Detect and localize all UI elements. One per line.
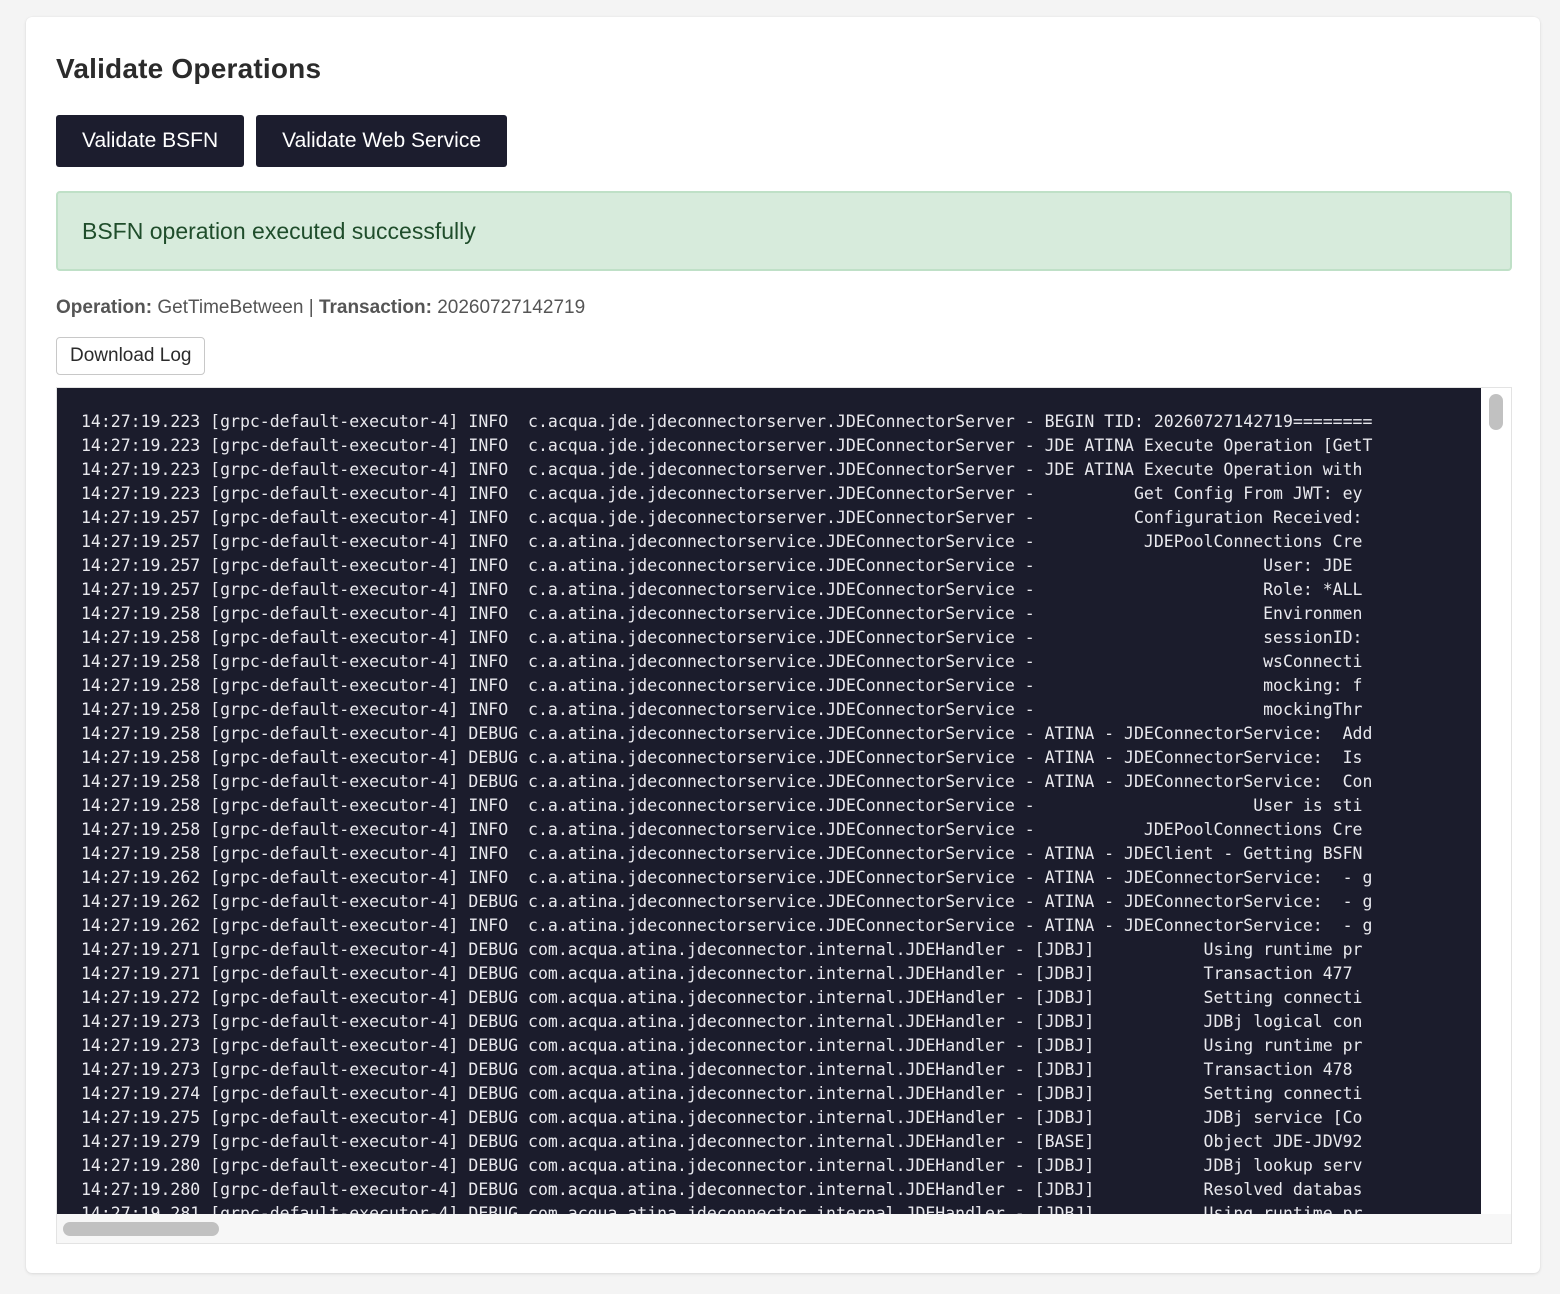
transaction-label: Transaction: bbox=[318, 297, 432, 318]
log-line: 14:27:19.280 [grpc-default-executor-4] D… bbox=[81, 1156, 1363, 1175]
log-lines: 14:27:19.223 [grpc-default-executor-4] I… bbox=[57, 388, 1481, 1214]
horizontal-scrollbar[interactable] bbox=[57, 1214, 1481, 1243]
log-line: 14:27:19.273 [grpc-default-executor-4] D… bbox=[81, 1060, 1353, 1079]
log-line: 14:27:19.258 [grpc-default-executor-4] I… bbox=[81, 676, 1363, 695]
log-line: 14:27:19.258 [grpc-default-executor-4] D… bbox=[81, 748, 1363, 767]
log-line: 14:27:19.258 [grpc-default-executor-4] I… bbox=[81, 820, 1363, 839]
log-line: 14:27:19.274 [grpc-default-executor-4] D… bbox=[81, 1084, 1363, 1103]
log-line: 14:27:19.223 [grpc-default-executor-4] I… bbox=[81, 460, 1363, 479]
operation-label: Operation: bbox=[56, 297, 153, 318]
log-line: 14:27:19.279 [grpc-default-executor-4] D… bbox=[81, 1132, 1363, 1151]
validate-bsfn-button[interactable]: Validate BSFN bbox=[56, 115, 245, 167]
log-line: 14:27:19.272 [grpc-default-executor-4] D… bbox=[81, 988, 1363, 1007]
log-line: 14:27:19.258 [grpc-default-executor-4] I… bbox=[81, 796, 1363, 815]
log-line: 14:27:19.223 [grpc-default-executor-4] I… bbox=[81, 412, 1373, 431]
log-line: 14:27:19.262 [grpc-default-executor-4] I… bbox=[81, 916, 1373, 935]
log-line: 14:27:19.258 [grpc-default-executor-4] I… bbox=[81, 652, 1363, 671]
validate-web-service-button[interactable]: Validate Web Service bbox=[256, 115, 507, 167]
log-line: 14:27:19.258 [grpc-default-executor-4] I… bbox=[81, 844, 1363, 863]
log-line: 14:27:19.257 [grpc-default-executor-4] I… bbox=[81, 508, 1363, 527]
log-line: 14:27:19.257 [grpc-default-executor-4] I… bbox=[81, 556, 1353, 575]
log-line: 14:27:19.271 [grpc-default-executor-4] D… bbox=[81, 964, 1353, 983]
vertical-scrollbar[interactable] bbox=[1481, 388, 1511, 1214]
log-line: 14:27:19.262 [grpc-default-executor-4] I… bbox=[81, 868, 1373, 887]
log-line: 14:27:19.258 [grpc-default-executor-4] I… bbox=[81, 604, 1363, 623]
log-line: 14:27:19.262 [grpc-default-executor-4] D… bbox=[81, 892, 1373, 911]
log-line: 14:27:19.223 [grpc-default-executor-4] I… bbox=[81, 436, 1373, 455]
log-line: 14:27:19.271 [grpc-default-executor-4] D… bbox=[81, 940, 1363, 959]
success-alert-message: BSFN operation executed successfully bbox=[82, 217, 476, 244]
download-log-button[interactable]: Download Log bbox=[56, 337, 206, 375]
log-line: 14:27:19.281 [grpc-default-executor-4] D… bbox=[81, 1204, 1363, 1214]
vertical-scrollbar-thumb[interactable] bbox=[1489, 394, 1503, 430]
action-buttons: Validate BSFN Validate Web Service bbox=[56, 115, 507, 167]
log-line: 14:27:19.273 [grpc-default-executor-4] D… bbox=[81, 1036, 1363, 1055]
log-line: 14:27:19.258 [grpc-default-executor-4] D… bbox=[81, 724, 1373, 743]
page-title: Validate Operations bbox=[56, 53, 322, 84]
operation-value: GetTimeBetween bbox=[157, 297, 304, 318]
log-line: 14:27:19.257 [grpc-default-executor-4] I… bbox=[81, 580, 1363, 599]
log-line: 14:27:19.280 [grpc-default-executor-4] D… bbox=[81, 1180, 1363, 1199]
log-line: 14:27:19.275 [grpc-default-executor-4] D… bbox=[81, 1108, 1363, 1127]
log-line: 14:27:19.258 [grpc-default-executor-4] I… bbox=[81, 628, 1363, 647]
success-alert: BSFN operation executed successfully bbox=[56, 191, 1512, 271]
operation-info: Operation: GetTimeBetween | Transaction:… bbox=[56, 297, 585, 319]
meta-separator: | bbox=[308, 297, 314, 318]
transaction-value: 20260727142719 bbox=[437, 297, 586, 318]
log-viewer[interactable]: 14:27:19.223 [grpc-default-executor-4] I… bbox=[57, 388, 1481, 1214]
validate-operations-card: Validate Operations Validate BSFN Valida… bbox=[26, 17, 1540, 1273]
log-line: 14:27:19.258 [grpc-default-executor-4] I… bbox=[81, 700, 1363, 719]
log-panel: 14:27:19.223 [grpc-default-executor-4] I… bbox=[56, 387, 1512, 1244]
log-line: 14:27:19.258 [grpc-default-executor-4] D… bbox=[81, 772, 1373, 791]
log-line: 14:27:19.257 [grpc-default-executor-4] I… bbox=[81, 532, 1363, 551]
horizontal-scrollbar-thumb[interactable] bbox=[63, 1222, 219, 1236]
log-line: 14:27:19.273 [grpc-default-executor-4] D… bbox=[81, 1012, 1363, 1031]
log-line: 14:27:19.223 [grpc-default-executor-4] I… bbox=[81, 484, 1363, 503]
